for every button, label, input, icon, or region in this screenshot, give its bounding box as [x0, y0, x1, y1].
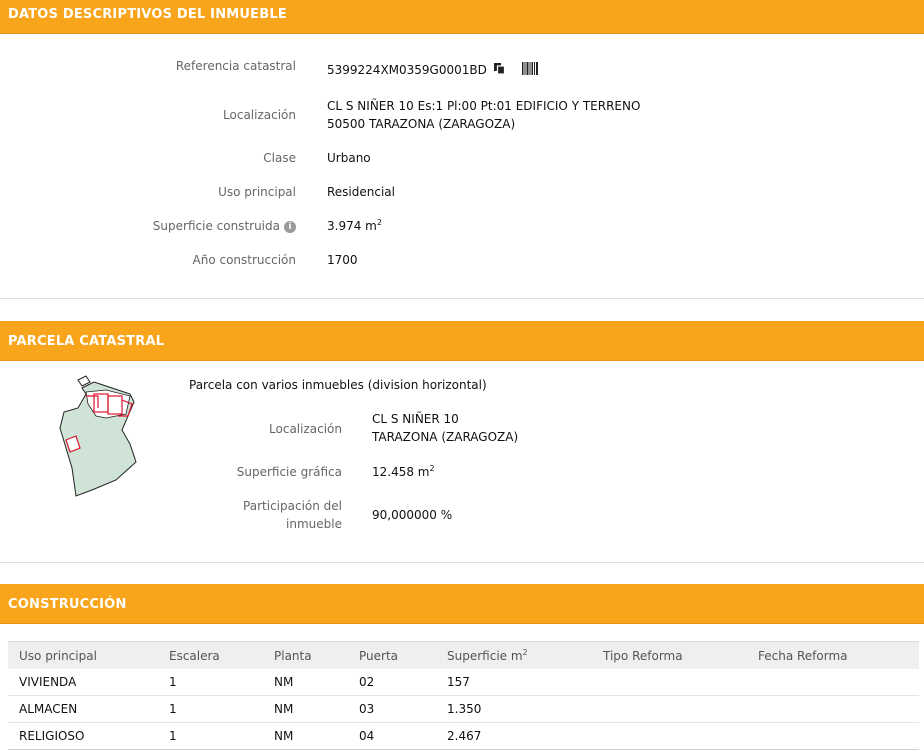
parcela-description: Parcela con varios inmuebles (division h… — [189, 378, 487, 392]
col-header-tipo-reforma: Tipo Reforma — [592, 641, 747, 669]
cell-escalera: 1 — [158, 722, 263, 750]
parcel-map-thumbnail[interactable] — [46, 372, 142, 498]
parcela-section-title: PARCELA CATASTRAL — [8, 334, 165, 349]
participacion-label: Participación del inmueble — [160, 497, 342, 533]
superficie-construida-number: 3.974 m — [327, 219, 377, 233]
datos-divider — [0, 298, 924, 299]
barcode-icon[interactable] — [522, 60, 538, 79]
superficie-construida-label-text: Superficie construida — [152, 219, 280, 233]
parcela-section-header: PARCELA CATASTRAL — [0, 321, 924, 361]
cell-planta: NM — [263, 695, 348, 723]
uso-principal-value: Residencial — [327, 185, 395, 199]
cell-puerta: 02 — [348, 669, 436, 696]
superficie-construida-label: Superficie construida i — [100, 217, 296, 235]
col-header-superficie-exp: 2 — [522, 647, 528, 657]
cell-tipo-reforma — [592, 669, 747, 696]
participacion-label-line2: inmueble — [286, 517, 342, 531]
superficie-grafica-label: Superficie gráfica — [236, 465, 342, 479]
info-icon[interactable]: i — [284, 220, 296, 233]
construccion-table: Uso principal Escalera Planta Puerta Sup… — [8, 641, 919, 750]
table-row: ALMACEN 1 NM 03 1.350 — [8, 695, 919, 723]
localizacion-value: CL S NIÑER 10 Es:1 Pl:00 Pt:01 EDIFICIO … — [327, 97, 640, 133]
cell-puerta: 03 — [348, 695, 436, 723]
parcela-divider — [0, 562, 924, 563]
cell-fecha-reforma — [747, 722, 919, 750]
cell-uso: VIVIENDA — [8, 669, 158, 696]
cell-escalera: 1 — [158, 695, 263, 723]
ano-construccion-label: Año construcción — [192, 253, 297, 267]
col-header-planta: Planta — [263, 641, 348, 669]
col-header-escalera: Escalera — [158, 641, 263, 669]
col-header-uso-principal: Uso principal — [8, 641, 158, 669]
parcela-localizacion-line1: CL S NIÑER 10 — [372, 412, 459, 426]
clase-value: Urbano — [327, 151, 371, 165]
col-header-superficie: Superficie m2 — [436, 641, 592, 669]
uso-principal-label: Uso principal — [218, 185, 296, 199]
table-row: RELIGIOSO 1 NM 04 2.467 — [8, 722, 919, 750]
superficie-construida-value: 3.974 m2 — [327, 217, 382, 235]
parcela-localizacion-value: CL S NIÑER 10 TARAZONA (ZARAGOZA) — [372, 410, 518, 446]
localizacion-line1: CL S NIÑER 10 Es:1 Pl:00 Pt:01 EDIFICIO … — [327, 99, 641, 113]
cell-fecha-reforma — [747, 669, 919, 696]
cell-planta: NM — [263, 669, 348, 696]
datos-section-title: DATOS DESCRIPTIVOS DEL INMUEBLE — [8, 7, 287, 22]
cell-planta: NM — [263, 722, 348, 750]
copy-icon[interactable] — [493, 62, 506, 80]
participacion-label-line1: Participación del — [243, 499, 342, 513]
localizacion-label: Localización — [223, 108, 296, 122]
cell-puerta: 04 — [348, 722, 436, 750]
parcel-shape — [59, 375, 137, 497]
col-header-puerta: Puerta — [348, 641, 436, 669]
cell-fecha-reforma — [747, 695, 919, 723]
superficie-grafica-number: 12.458 m — [372, 465, 430, 479]
participacion-value: 90,000000 % — [372, 508, 453, 522]
cell-superficie: 2.467 — [436, 722, 592, 750]
parcela-localizacion-label: Localización — [269, 422, 342, 436]
referencia-catastral-text: 5399224XM0359G0001BD — [327, 63, 487, 77]
cell-escalera: 1 — [158, 669, 263, 696]
superficie-grafica-value: 12.458 m2 — [372, 463, 435, 481]
datos-section-header: DATOS DESCRIPTIVOS DEL INMUEBLE — [0, 0, 924, 34]
localizacion-line2: 50500 TARAZONA (ZARAGOZA) — [327, 117, 516, 131]
construccion-section-title: CONSTRUCCIÓN — [8, 597, 127, 612]
cell-tipo-reforma — [592, 722, 747, 750]
cell-tipo-reforma — [592, 695, 747, 723]
cell-superficie: 1.350 — [436, 695, 592, 723]
referencia-catastral-value[interactable]: 5399224XM0359G0001BD — [327, 61, 506, 80]
table-header-row: Uso principal Escalera Planta Puerta Sup… — [8, 641, 919, 669]
cell-uso: RELIGIOSO — [8, 722, 158, 750]
cell-uso: ALMACEN — [8, 695, 158, 723]
ano-construccion-value: 1700 — [327, 253, 358, 267]
cell-superficie: 157 — [436, 669, 592, 696]
parcela-localizacion-line2: TARAZONA (ZARAGOZA) — [372, 430, 519, 444]
superficie-construida-unit-exp: 2 — [376, 218, 382, 227]
col-header-superficie-text: Superficie m — [447, 648, 523, 663]
superficie-grafica-unit-exp: 2 — [429, 464, 435, 473]
construccion-section-header: CONSTRUCCIÓN — [0, 584, 924, 624]
table-row: VIVIENDA 1 NM 02 157 — [8, 669, 919, 696]
col-header-fecha-reforma: Fecha Reforma — [747, 641, 919, 669]
referencia-catastral-label: Referencia catastral — [175, 59, 296, 73]
clase-label: Clase — [263, 151, 296, 165]
